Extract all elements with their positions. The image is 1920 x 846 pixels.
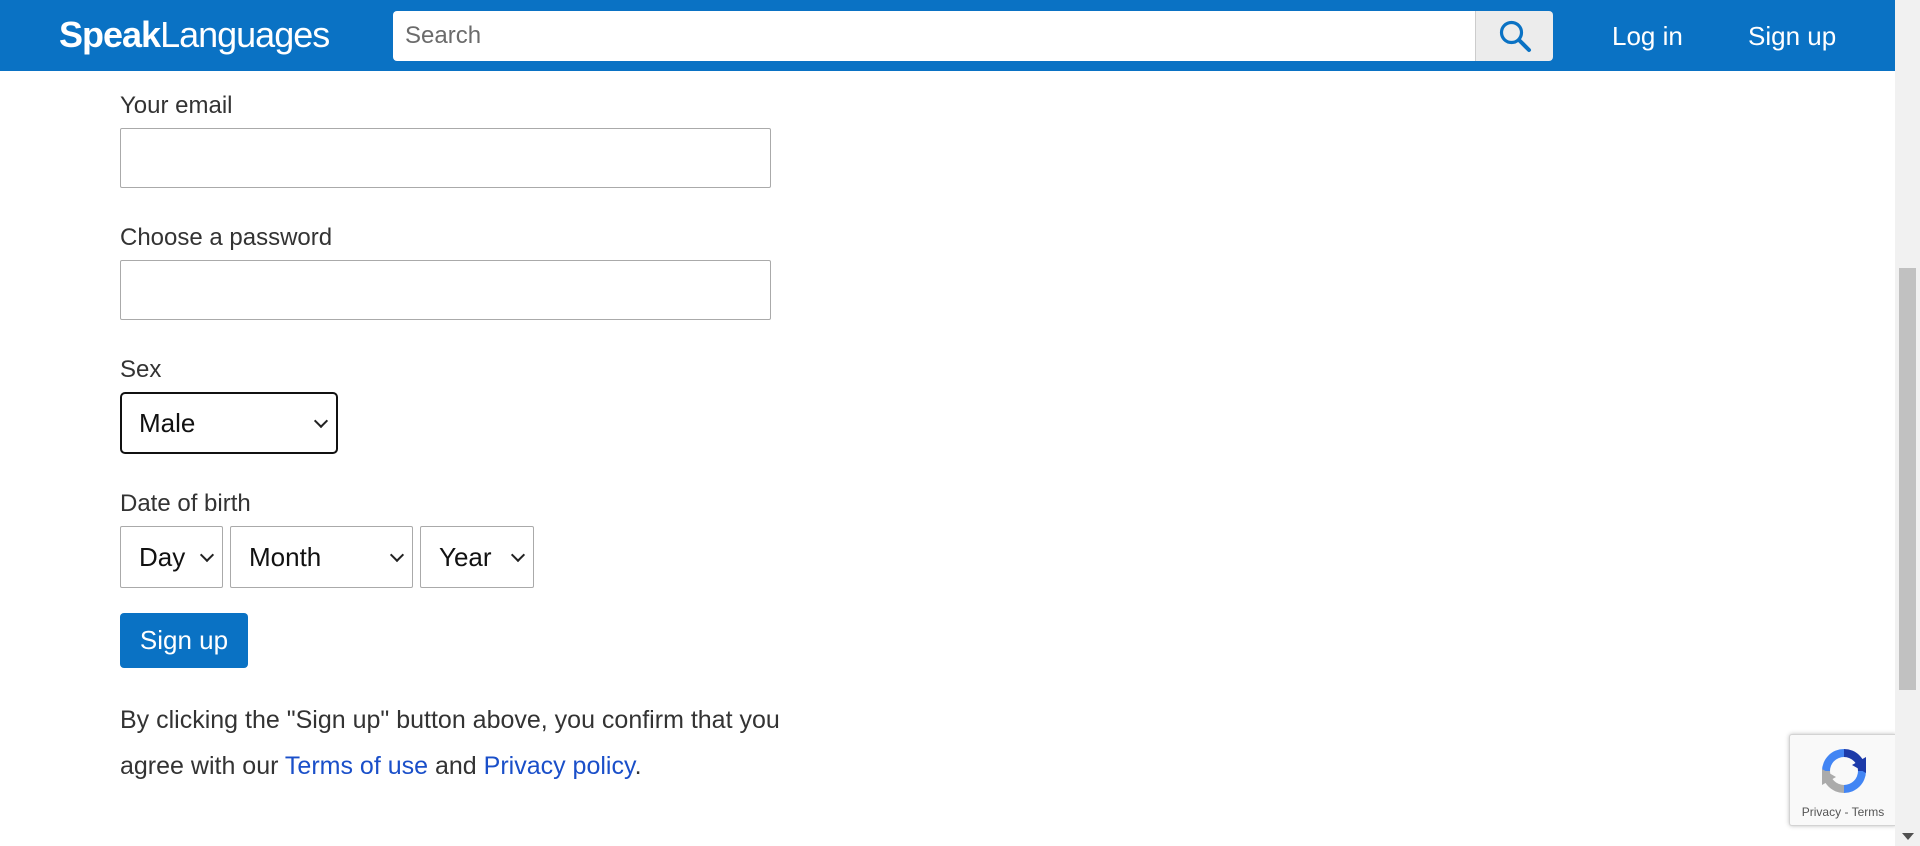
chevron-down-icon: [199, 547, 215, 563]
recaptcha-terms-link[interactable]: Terms: [1852, 805, 1885, 819]
day-select-value: Day: [139, 541, 186, 572]
top-navbar: SpeakLanguages Log in Sign up: [0, 0, 1895, 71]
search-button[interactable]: [1475, 11, 1553, 61]
chevron-down-icon: [510, 547, 526, 563]
month-select[interactable]: Month: [230, 526, 413, 588]
search-bar: [393, 11, 1553, 61]
dob-label: Date of birth: [120, 490, 251, 517]
logo-bold-text: Speak: [59, 14, 161, 55]
password-label: Choose a password: [120, 224, 333, 251]
year-select[interactable]: Year: [420, 526, 534, 588]
legal-and-text: and: [428, 752, 484, 780]
chevron-down-icon: [313, 413, 329, 429]
day-select[interactable]: Day: [120, 526, 223, 588]
recaptcha-icon: [1822, 749, 1866, 793]
recaptcha-links: Privacy - Terms: [1790, 805, 1896, 819]
privacy-policy-link[interactable]: Privacy policy: [484, 752, 635, 780]
recaptcha-privacy-link[interactable]: Privacy: [1802, 805, 1841, 819]
signup-submit-button[interactable]: Sign up: [120, 613, 248, 668]
recaptcha-separator: -: [1841, 805, 1852, 819]
terms-of-use-link[interactable]: Terms of use: [285, 752, 428, 780]
sex-select[interactable]: Male: [120, 392, 338, 454]
chevron-down-icon: [389, 547, 405, 563]
year-select-value: Year: [439, 541, 492, 572]
vertical-scrollbar[interactable]: [1895, 0, 1920, 846]
recaptcha-badge[interactable]: Privacy - Terms: [1789, 734, 1896, 826]
scroll-down-arrow-icon[interactable]: [1902, 833, 1914, 840]
login-link[interactable]: Log in: [1612, 18, 1683, 54]
sex-label: Sex: [120, 356, 162, 383]
legal-end-text: .: [634, 752, 642, 780]
scrollbar-thumb[interactable]: [1899, 268, 1916, 690]
signup-link[interactable]: Sign up: [1748, 18, 1836, 54]
month-select-value: Month: [249, 541, 322, 572]
password-field[interactable]: [120, 260, 771, 320]
logo-light-text: Languages: [160, 14, 330, 55]
email-label: Your email: [120, 92, 233, 119]
sex-select-value: Male: [139, 407, 196, 438]
legal-notice: By clicking the "Sign up" button above, …: [120, 697, 800, 789]
email-field[interactable]: [120, 128, 771, 188]
search-input[interactable]: [393, 11, 1475, 61]
search-icon: [1499, 20, 1531, 52]
site-logo[interactable]: SpeakLanguages: [59, 14, 330, 55]
